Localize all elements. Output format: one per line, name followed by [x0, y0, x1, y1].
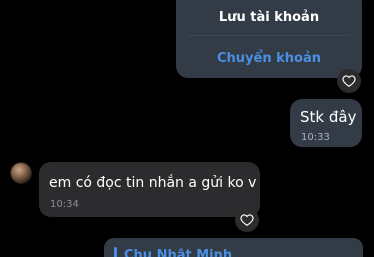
- message-text: Stk đây: [300, 108, 357, 126]
- avatar[interactable]: [10, 162, 32, 184]
- save-account-button[interactable]: Lưu tài khoản: [176, 10, 362, 25]
- quoted-sender-name: Chu Nhật Minh: [124, 248, 233, 257]
- chat-thread: Lưu tài khoản Chuyển khoản Stk đây 10:33…: [0, 0, 374, 257]
- heart-icon[interactable]: [235, 208, 259, 232]
- quoted-message-card[interactable]: Chu Nhật Minh: [104, 238, 363, 257]
- heart-icon[interactable]: [337, 69, 361, 93]
- message-text: em có đọc tin nhắn a gửi ko v: [49, 175, 257, 191]
- message-bubble-outgoing[interactable]: Stk đây 10:33: [290, 99, 362, 147]
- transfer-button[interactable]: Chuyển khoản: [176, 51, 362, 66]
- account-card: Lưu tài khoản Chuyển khoản: [176, 0, 362, 78]
- divider: [188, 35, 350, 36]
- message-time: 10:33: [301, 132, 330, 143]
- message-time: 10:34: [50, 199, 79, 210]
- message-bubble-incoming[interactable]: em có đọc tin nhắn a gửi ko v 10:34: [39, 162, 260, 217]
- quote-bar: [114, 247, 117, 257]
